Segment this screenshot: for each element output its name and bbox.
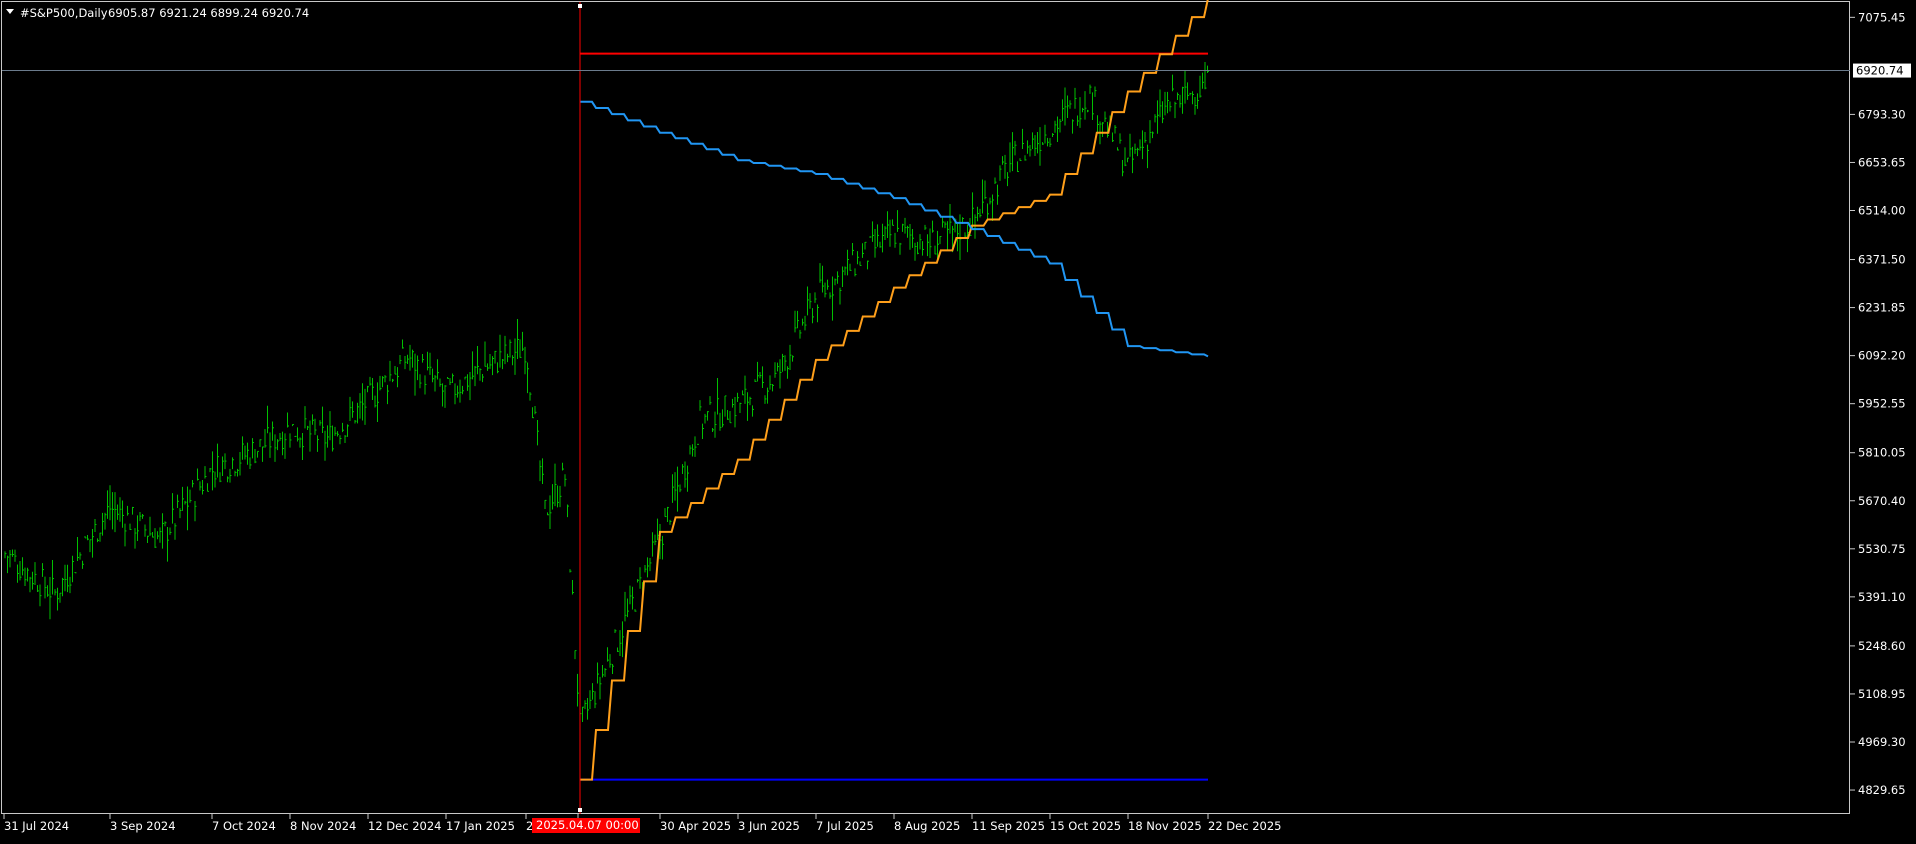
x-tick-label: 7 Oct 2024 xyxy=(212,819,276,833)
y-tick-label: 7075.45 xyxy=(1858,10,1906,24)
x-tick-label: 15 Oct 2025 xyxy=(1050,819,1121,833)
marker-handle-bottom[interactable] xyxy=(578,808,582,812)
x-tick-label: 18 Nov 2025 xyxy=(1128,819,1202,833)
y-tick-label: 5248.60 xyxy=(1858,639,1906,653)
x-tick-label: 31 Jul 2024 xyxy=(4,819,69,833)
y-tick-label: 4969.30 xyxy=(1858,735,1906,749)
x-tick-label: 11 Sep 2025 xyxy=(972,819,1045,833)
y-tick-label: 5530.75 xyxy=(1858,542,1906,556)
chart-svg[interactable]: 7075.45 6793.30 6653.65 6514.00 6371.50 6231.… xyxy=(0,0,1916,840)
marker-handle-top[interactable] xyxy=(578,4,582,8)
symbol-label: #S&P500,Daily xyxy=(20,6,108,20)
y-tick-label: 6092.20 xyxy=(1858,349,1906,363)
y-tick-label: 6231.85 xyxy=(1858,301,1906,315)
y-tick-label: 6793.30 xyxy=(1858,107,1906,121)
x-tick-label: 7 Jul 2025 xyxy=(816,819,874,833)
y-tick-label: 6371.50 xyxy=(1858,253,1906,267)
y-tick-label: 6514.00 xyxy=(1858,204,1906,218)
x-tick-label: 17 Jan 2025 xyxy=(446,819,515,833)
x-tick-label: 30 Apr 2025 xyxy=(660,819,731,833)
price-chart[interactable]: 7075.45 6793.30 6653.65 6514.00 6371.50 6231.… xyxy=(0,0,1916,840)
x-tick-label: 12 Dec 2024 xyxy=(368,819,441,833)
y-tick-label: 5952.55 xyxy=(1858,397,1906,411)
x-tick-label: 3 Sep 2024 xyxy=(110,819,176,833)
x-tick-label: 22 Dec 2025 xyxy=(1208,819,1281,833)
chart-header: #S&P500,Daily 6905.87 6921.24 6899.24 69… xyxy=(6,6,309,20)
y-tick-label: 5108.95 xyxy=(1858,687,1906,701)
x-tick-label: 8 Aug 2025 xyxy=(894,819,960,833)
y-tick-label: 5391.10 xyxy=(1858,590,1906,604)
ohlc-values: 6905.87 6921.24 6899.24 6920.74 xyxy=(108,6,309,20)
y-tick-label: 6653.65 xyxy=(1858,155,1906,169)
y-tick-label: 5810.05 xyxy=(1858,446,1906,460)
x-tick-label: 3 Jun 2025 xyxy=(738,819,800,833)
y-tick-label: 5670.40 xyxy=(1858,494,1906,508)
current-price-label: 6920.74 xyxy=(1856,64,1904,78)
y-tick-label: 4829.65 xyxy=(1858,783,1906,797)
marker-date-label: 2025.04.07 00:00 xyxy=(536,818,639,832)
x-tick-label: 8 Nov 2024 xyxy=(290,819,356,833)
